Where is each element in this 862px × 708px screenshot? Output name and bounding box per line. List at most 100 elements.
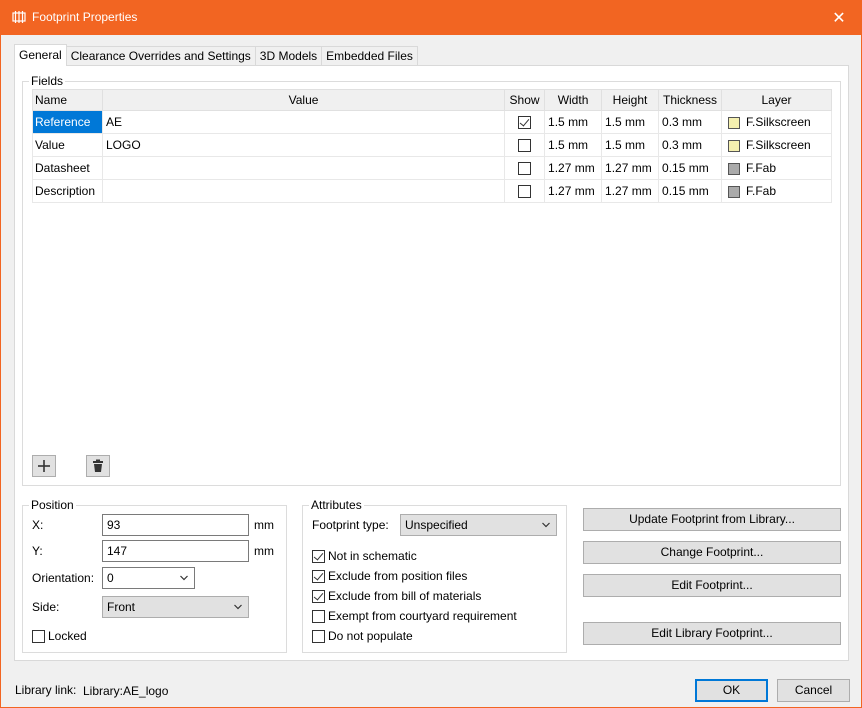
do-not-populate-checkbox[interactable]: Do not populate — [312, 629, 413, 643]
column-header-value[interactable]: Value — [101, 89, 506, 111]
close-window-button[interactable]: ✕ — [816, 0, 862, 35]
trash-icon — [93, 459, 103, 472]
tab-3d-models[interactable]: 3D Models — [254, 46, 323, 66]
field-height-cell[interactable]: 1.5 mm — [601, 133, 660, 157]
show-checkbox[interactable] — [518, 185, 532, 199]
field-name-cell[interactable]: Datasheet — [32, 156, 103, 180]
tab-embedded-files[interactable]: Embedded Files — [321, 46, 418, 66]
change-footprint-button[interactable]: Change Footprint... — [583, 541, 841, 564]
x-unit: mm — [254, 518, 274, 532]
x-label: X: — [32, 518, 44, 532]
position-group-label: Position — [29, 498, 76, 512]
locked-checkbox[interactable]: Locked — [32, 629, 87, 643]
edit-footprint-button[interactable]: Edit Footprint... — [583, 574, 841, 597]
exclude-position-files-box[interactable] — [312, 569, 325, 583]
field-value-cell[interactable]: LOGO — [101, 133, 506, 157]
column-header-name[interactable]: Name — [32, 89, 103, 111]
update-footprint-button[interactable]: Update Footprint from Library... — [583, 508, 841, 531]
field-show-cell[interactable] — [504, 156, 546, 180]
exempt-courtyard-checkbox[interactable]: Exempt from courtyard requirement — [312, 609, 517, 623]
field-height-cell[interactable]: 1.27 mm — [601, 156, 660, 180]
show-checkbox[interactable] — [518, 162, 532, 176]
field-layer-cell[interactable]: F.Fab — [721, 156, 832, 180]
column-header-thickness[interactable]: Thickness — [658, 89, 722, 111]
field-row-reference[interactable]: Reference AE 1.5 mm 1.5 mm 0.3 mm F.Silk… — [32, 110, 832, 134]
not-in-schematic-checkbox[interactable]: Not in schematic — [312, 549, 417, 563]
column-header-width[interactable]: Width — [544, 89, 603, 111]
column-header-show[interactable]: Show — [504, 89, 546, 111]
side-select[interactable]: Front — [102, 596, 249, 618]
exclude-bom-label: Exclude from bill of materials — [328, 589, 482, 603]
add-field-button[interactable] — [32, 455, 56, 477]
show-checkbox[interactable] — [518, 139, 532, 153]
show-checkbox[interactable] — [518, 116, 532, 130]
field-layer-cell[interactable]: F.Fab — [721, 179, 832, 203]
field-height-cell[interactable]: 1.27 mm — [601, 179, 660, 203]
locked-checkbox-box[interactable] — [32, 629, 45, 643]
footprint-type-value: Unspecified — [405, 518, 468, 532]
orientation-label: Orientation: — [32, 571, 95, 585]
field-width-cell[interactable]: 1.5 mm — [544, 110, 603, 134]
field-name-cell[interactable]: Reference — [32, 110, 103, 134]
tab-clearance-overrides[interactable]: Clearance Overrides and Settings — [65, 46, 256, 66]
field-show-cell[interactable] — [504, 133, 546, 157]
layer-color-swatch — [728, 185, 740, 198]
layer-color-swatch — [728, 116, 740, 129]
field-width-cell[interactable]: 1.27 mm — [544, 156, 603, 180]
field-value-cell[interactable] — [101, 179, 506, 203]
chevron-down-icon — [234, 604, 242, 610]
y-input[interactable]: 147 — [102, 540, 249, 562]
layer-color-swatch — [728, 139, 740, 152]
title-bar: Footprint Properties ✕ — [0, 0, 862, 35]
do-not-populate-box[interactable] — [312, 629, 325, 643]
field-thickness-cell[interactable]: 0.3 mm — [658, 133, 722, 157]
x-input[interactable]: 93 — [102, 514, 249, 536]
layer-name: F.Fab — [746, 161, 777, 175]
field-show-cell[interactable] — [504, 179, 546, 203]
exclude-bom-checkbox[interactable]: Exclude from bill of materials — [312, 589, 481, 603]
footprint-type-label: Footprint type: — [312, 518, 389, 532]
tab-general[interactable]: General — [14, 44, 67, 66]
cancel-button[interactable]: Cancel — [777, 679, 850, 702]
column-header-layer[interactable]: Layer — [721, 89, 832, 111]
delete-field-button[interactable] — [86, 455, 110, 477]
not-in-schematic-box[interactable] — [312, 549, 325, 563]
exclude-position-files-checkbox[interactable]: Exclude from position files — [312, 569, 467, 583]
chevron-down-icon — [542, 522, 550, 528]
chevron-down-icon — [180, 575, 188, 581]
field-show-cell[interactable] — [504, 110, 546, 134]
field-layer-cell[interactable]: F.Silkscreen — [721, 133, 832, 157]
orientation-combobox[interactable]: 0 — [102, 567, 195, 589]
field-row-value[interactable]: Value LOGO 1.5 mm 1.5 mm 0.3 mm F.Silksc… — [32, 133, 832, 157]
not-in-schematic-label: Not in schematic — [328, 549, 417, 563]
column-header-height[interactable]: Height — [601, 89, 660, 111]
field-width-cell[interactable]: 1.27 mm — [544, 179, 603, 203]
library-link-label: Library link: — [15, 683, 77, 697]
field-value-cell[interactable] — [101, 156, 506, 180]
side-label: Side: — [32, 600, 60, 614]
field-height-cell[interactable]: 1.5 mm — [601, 110, 660, 134]
orientation-value: 0 — [107, 571, 114, 585]
field-thickness-cell[interactable]: 0.15 mm — [658, 179, 722, 203]
tab-bar: General Clearance Overrides and Settings… — [14, 44, 418, 66]
close-icon: ✕ — [832, 9, 846, 27]
exclude-bom-box[interactable] — [312, 589, 325, 603]
layer-name: F.Silkscreen — [746, 138, 811, 152]
exempt-courtyard-label: Exempt from courtyard requirement — [328, 609, 517, 623]
field-name-cell[interactable]: Value — [32, 133, 103, 157]
field-thickness-cell[interactable]: 0.15 mm — [658, 156, 722, 180]
field-row-datasheet[interactable]: Datasheet 1.27 mm 1.27 mm 0.15 mm F.Fab — [32, 156, 832, 180]
field-name-cell[interactable]: Description — [32, 179, 103, 203]
field-row-description[interactable]: Description 1.27 mm 1.27 mm 0.15 mm F.Fa… — [32, 179, 832, 203]
field-width-cell[interactable]: 1.5 mm — [544, 133, 603, 157]
ok-button[interactable]: OK — [695, 679, 768, 702]
field-layer-cell[interactable]: F.Silkscreen — [721, 110, 832, 134]
edit-library-footprint-button[interactable]: Edit Library Footprint... — [583, 622, 841, 645]
field-value-cell[interactable]: AE — [101, 110, 506, 134]
footprint-app-icon — [12, 11, 26, 23]
footprint-type-select[interactable]: Unspecified — [400, 514, 557, 536]
y-label: Y: — [32, 544, 43, 558]
exclude-position-files-label: Exclude from position files — [328, 569, 468, 583]
field-thickness-cell[interactable]: 0.3 mm — [658, 110, 722, 134]
exempt-courtyard-box[interactable] — [312, 609, 325, 623]
